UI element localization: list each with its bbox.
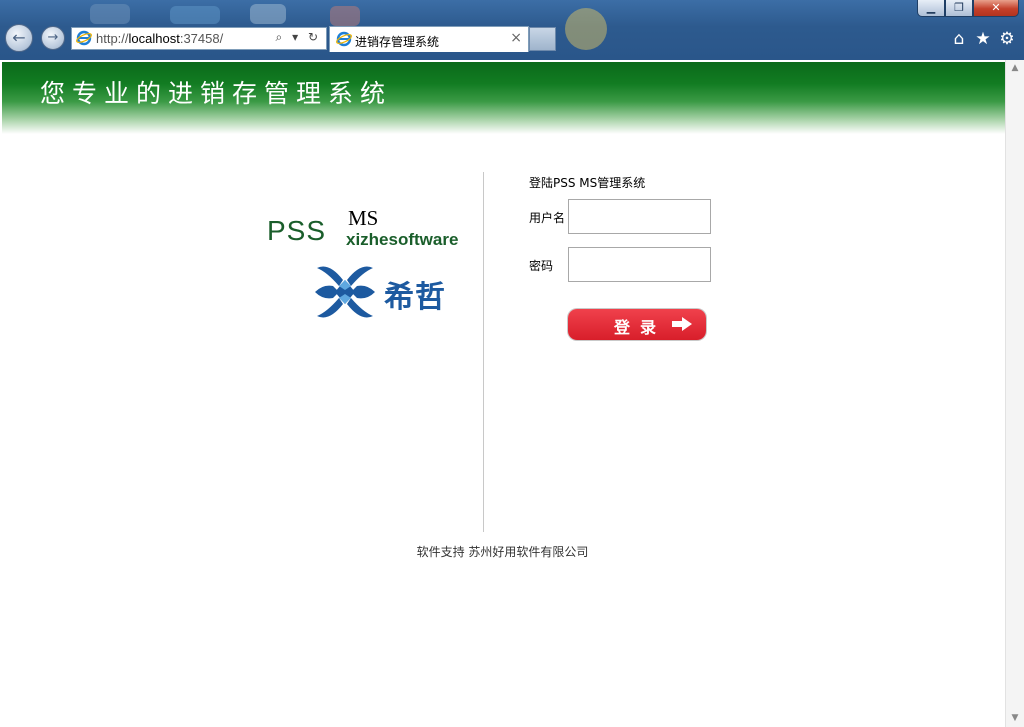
minimize-button[interactable]: ▁: [917, 0, 945, 17]
password-label: 密码: [529, 259, 554, 273]
desktop-blur: [250, 4, 286, 24]
login-title: 登陆PSS MS管理系统: [529, 176, 646, 190]
window-controls: ▁ ❐ ✕: [917, 0, 1019, 18]
vertical-divider: [483, 172, 484, 532]
desktop-blur: [90, 4, 130, 24]
vertical-scrollbar[interactable]: ▲ ▼: [1005, 60, 1024, 727]
desktop-blur: [170, 6, 220, 24]
favorites-star-icon[interactable]: ★: [974, 30, 992, 48]
ie-logo-icon: [76, 30, 92, 46]
address-url: http://localhost:37458/: [96, 31, 224, 46]
username-label: 用户名: [529, 211, 566, 225]
refresh-icon[interactable]: ↻: [308, 30, 321, 44]
login-button[interactable]: 登录: [568, 309, 706, 340]
tab-active[interactable]: 进销存管理系统 ×: [329, 26, 529, 52]
back-button[interactable]: ←: [5, 24, 33, 52]
desktop-blur: [330, 6, 360, 26]
ie-logo-icon: [336, 31, 352, 47]
logo-product-suffix: MS: [348, 206, 379, 230]
page-viewport: 您专业的进销存管理系统 PSS MS xizhesoftware 希哲 登陆PS…: [0, 60, 1024, 727]
footer-credit: 软件支持 苏州好用软件有限公司: [416, 545, 589, 559]
desktop-blur: [565, 8, 607, 50]
tab-title: 进销存管理系统: [355, 35, 440, 49]
address-tools: ⌕ ▾ ↻: [276, 30, 321, 45]
new-tab-button[interactable]: [529, 27, 556, 51]
scroll-down-arrow-icon[interactable]: ▼: [1006, 710, 1024, 727]
password-input[interactable]: [568, 247, 711, 282]
company-logo-mark: [315, 266, 375, 318]
browser-chrome: ▁ ❐ ✕ ← → http://localhost:37458/ ⌕ ▾ ↻ …: [0, 0, 1024, 60]
header-banner: 您专业的进销存管理系统: [2, 62, 1005, 134]
close-window-button[interactable]: ✕: [973, 0, 1019, 17]
address-bar[interactable]: http://localhost:37458/ ⌕ ▾ ↻: [71, 27, 327, 50]
search-dropdown-icon[interactable]: ⌕ ▾: [276, 30, 302, 44]
logo-company-cn: 希哲: [384, 280, 446, 315]
username-input[interactable]: [568, 199, 711, 234]
arrow-right-icon: →: [47, 30, 59, 45]
restore-button[interactable]: ❐: [945, 0, 973, 17]
arrow-left-icon: ←: [12, 28, 26, 47]
banner-slogan: 您专业的进销存管理系统: [40, 79, 393, 108]
scroll-up-arrow-icon[interactable]: ▲: [1006, 60, 1024, 77]
home-icon[interactable]: ⌂: [950, 30, 968, 48]
tab-close-icon[interactable]: ×: [510, 30, 522, 46]
settings-gear-icon[interactable]: ⚙: [998, 30, 1016, 48]
arrow-right-icon: [672, 317, 692, 331]
forward-button[interactable]: →: [41, 26, 65, 50]
logo-company-en: xizhesoftware: [346, 230, 459, 249]
logo-product-name: PSS: [267, 215, 327, 246]
login-button-label: 登录: [614, 318, 667, 337]
